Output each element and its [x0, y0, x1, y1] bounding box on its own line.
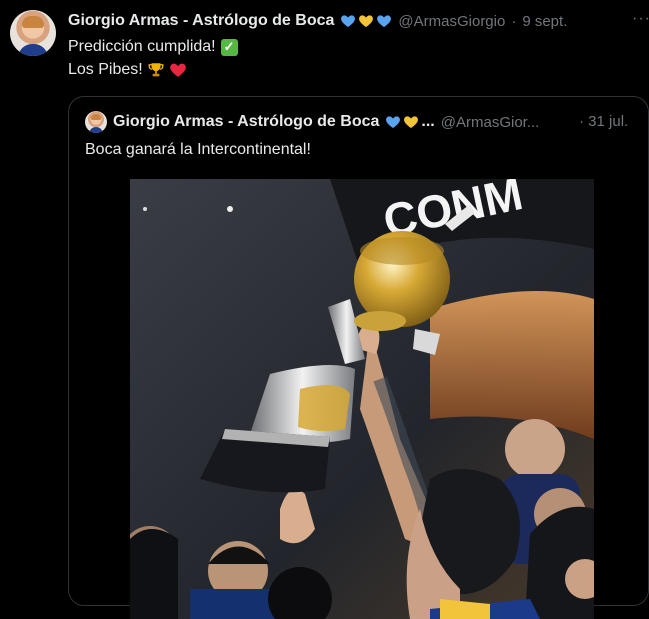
author-avatar[interactable]: [10, 10, 56, 56]
quoted-name-emojis: [385, 114, 419, 130]
blue-heart-icon: [341, 15, 356, 27]
quoted-author-name[interactable]: Giorgio Armas - Astrólogo de Boca: [113, 113, 379, 131]
quoted-author-handle[interactable]: @ArmasGior...: [441, 114, 540, 131]
name-emojis: [340, 13, 392, 29]
blue-heart-icon: [386, 116, 401, 128]
tweet-text-line-1: Predicción cumplida! ✓: [68, 38, 238, 56]
quoted-author-avatar[interactable]: [85, 111, 107, 133]
trophy-celebration-photo: CONM: [130, 179, 594, 619]
tweet-date[interactable]: 9 sept.: [522, 13, 567, 30]
quoted-separator: ·: [579, 113, 584, 130]
red-heart-icon: [169, 63, 186, 77]
tweet-text: Los Pibes!: [68, 61, 143, 78]
blue-heart-icon: [377, 15, 392, 27]
quoted-tweet[interactable]: Giorgio Armas - Astrólogo de Boca ... @A…: [68, 96, 649, 619]
avatar-shirt: [18, 44, 48, 56]
more-options-icon[interactable]: ···: [632, 10, 649, 28]
avatar-hair: [22, 16, 44, 28]
header-separator: ·: [511, 12, 517, 30]
tweet[interactable]: Giorgio Armas - Astrólogo de Boca @Armas…: [0, 0, 649, 619]
tweet-text-line-2: Los Pibes!: [68, 61, 187, 79]
yellow-heart-icon: [359, 15, 374, 27]
quoted-tweet-date-group: · 31 jul.: [579, 111, 628, 133]
quoted-tweet-date[interactable]: 31 jul.: [588, 113, 628, 130]
quoted-name-ellipsis: ...: [421, 113, 435, 130]
quoted-tweet-header: Giorgio Armas - Astrólogo de Boca ... @A…: [113, 111, 539, 133]
quoted-tweet-photo[interactable]: CONM: [130, 179, 594, 619]
check-mark-button-icon: ✓: [220, 38, 238, 56]
yellow-heart-icon: [404, 116, 419, 128]
author-handle[interactable]: @ArmasGiorgio: [398, 13, 505, 30]
quoted-tweet-text: Boca ganará la Intercontinental!: [85, 141, 311, 158]
author-name[interactable]: Giorgio Armas - Astrólogo de Boca: [68, 12, 334, 30]
trophy-icon: [148, 63, 164, 77]
tweet-header: Giorgio Armas - Astrólogo de Boca @Armas…: [68, 10, 567, 32]
tweet-text: Predicción cumplida!: [68, 38, 216, 55]
